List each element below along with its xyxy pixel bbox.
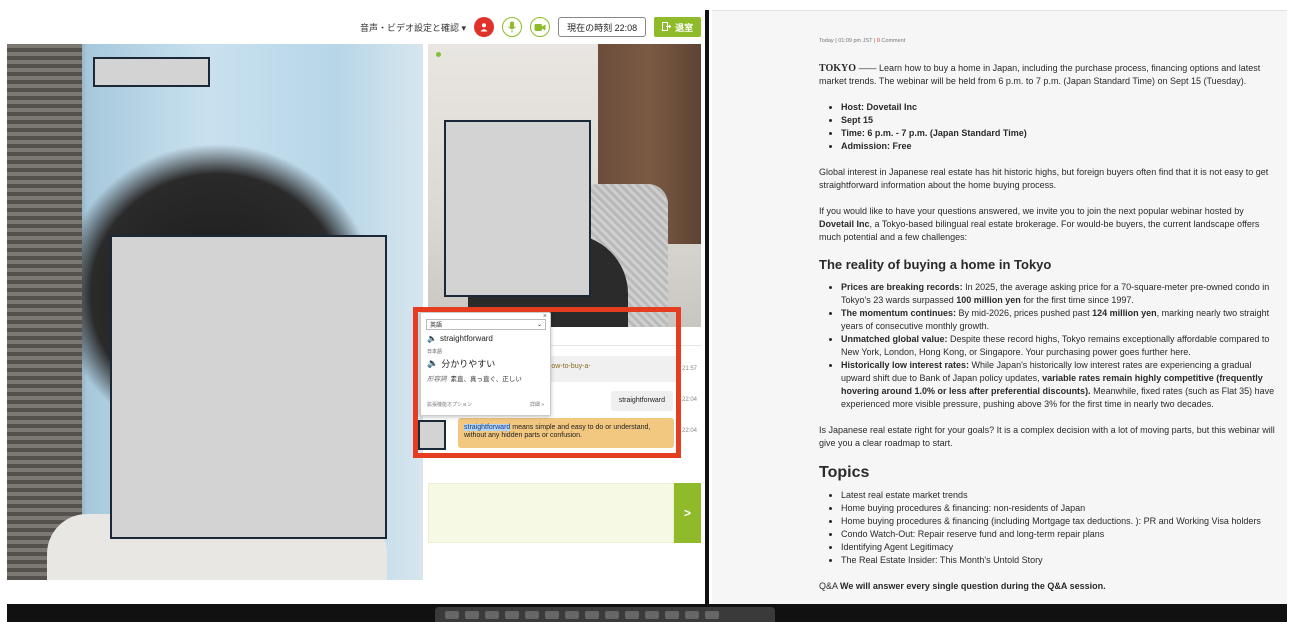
invite-text: If you would like to have your questions… bbox=[819, 206, 1244, 216]
dateline: TOKYO bbox=[819, 63, 857, 74]
av-settings-link[interactable]: 音声・ビデオ設定と確認 ▾ bbox=[360, 21, 466, 34]
user-icon[interactable] bbox=[474, 17, 495, 37]
reality-item-title: Historically low interest rates: bbox=[841, 360, 970, 370]
paragraph-invite: If you would like to have your questions… bbox=[819, 205, 1281, 244]
article-body: Today | 01:09 pm JST | 0 Comment TOKYO —… bbox=[819, 35, 1281, 604]
exit-button[interactable]: 退室 bbox=[654, 17, 702, 37]
event-detail: Host: Dovetail Inc bbox=[841, 101, 1281, 114]
dock-app-icon[interactable] bbox=[465, 610, 479, 619]
paragraph-interest: Global interest in Japanese real estate … bbox=[819, 167, 1269, 190]
redacted-name-label bbox=[93, 57, 210, 87]
comment-link[interactable]: Comment bbox=[881, 38, 905, 44]
qa-paragraph: Q&A We will answer every single question… bbox=[819, 580, 1281, 593]
dock-app-icon[interactable] bbox=[705, 610, 719, 619]
microphone-icon[interactable] bbox=[502, 17, 523, 37]
current-time-button[interactable]: 現在の時刻 22:08 bbox=[558, 17, 647, 37]
message-time: 22:04 bbox=[681, 428, 697, 434]
exit-icon bbox=[662, 21, 672, 33]
chat-input[interactable] bbox=[428, 483, 674, 543]
qa-label: Q&A bbox=[819, 581, 838, 591]
article-page: Today | 01:09 pm JST | 0 Comment TOKYO —… bbox=[712, 10, 1287, 604]
screen: 音声・ビデオ設定と確認 ▾ 現在の時刻 22:08 退室 y/fe bbox=[0, 0, 1300, 622]
av-settings-label: 音声・ビデオ設定と確認 bbox=[360, 22, 460, 33]
article-lead: TOKYO —— Learn how to buy a home in Japa… bbox=[819, 62, 1281, 88]
paragraph-goals: Is Japanese real estate right for your g… bbox=[819, 425, 1275, 448]
highlight-box bbox=[413, 307, 681, 458]
topic-item: The Real Estate Insider: This Month's Un… bbox=[841, 554, 1281, 567]
event-details-list: Host: Dovetail Inc Sept 15 Time: 6 p.m. … bbox=[841, 101, 1281, 153]
message-time: 22:04 bbox=[681, 397, 697, 403]
topic-item: Home buying procedures & financing (incl… bbox=[841, 515, 1281, 528]
article-meta: Today | 01:09 pm JST | 0 Comment bbox=[819, 38, 906, 44]
reality-item-title: Unmatched global value: bbox=[841, 334, 948, 344]
meta-time: 01:09 pm JST bbox=[838, 38, 873, 44]
dock-app-icon[interactable] bbox=[485, 610, 499, 619]
dock-app-icon[interactable] bbox=[545, 610, 559, 619]
dock-app-icon[interactable] bbox=[645, 610, 659, 619]
reality-list: Prices are breaking records: In 2025, th… bbox=[841, 281, 1281, 411]
meta-day: Today bbox=[819, 38, 834, 44]
lead-text: —— Learn how to buy a home in Japan, inc… bbox=[819, 63, 1261, 86]
redacted-face bbox=[110, 235, 387, 539]
active-indicator bbox=[436, 52, 441, 57]
camera-icon[interactable] bbox=[530, 17, 551, 37]
reality-item-text: for the first time since 1997. bbox=[1020, 295, 1134, 305]
dock bbox=[435, 607, 775, 622]
split-divider[interactable] bbox=[705, 10, 709, 610]
topic-item: Identifying Agent Legitimacy bbox=[841, 541, 1281, 554]
dock-app-icon[interactable] bbox=[505, 610, 519, 619]
topic-item: Condo Watch-Out: Repair reserve fund and… bbox=[841, 528, 1281, 541]
send-icon: > bbox=[683, 506, 691, 520]
redacted-remote-face bbox=[444, 120, 591, 297]
host-name: Dovetail Inc bbox=[819, 219, 870, 229]
reality-heading: The reality of buying a home in Tokyo bbox=[819, 257, 1052, 272]
window-blinds bbox=[7, 44, 82, 580]
reality-item: Prices are breaking records: In 2025, th… bbox=[841, 281, 1281, 307]
dock-app-icon[interactable] bbox=[665, 610, 679, 619]
dock-app-icon[interactable] bbox=[445, 610, 459, 619]
reality-item-title: The momentum continues: bbox=[841, 308, 957, 318]
qa-text: We will answer every single question dur… bbox=[840, 581, 1106, 591]
event-detail: Sept 15 bbox=[841, 114, 1281, 127]
dock-app-icon[interactable] bbox=[685, 610, 699, 619]
chevron-down-icon: ▾ bbox=[461, 22, 467, 33]
dock-app-icon[interactable] bbox=[585, 610, 599, 619]
topics-list: Latest real estate market trends Home bu… bbox=[841, 489, 1281, 567]
message-time: 21:57 bbox=[681, 366, 697, 372]
reality-item: Historically low interest rates: While J… bbox=[841, 359, 1281, 411]
dock-app-icon[interactable] bbox=[625, 610, 639, 619]
reality-item-title: Prices are breaking records: bbox=[841, 282, 963, 292]
event-detail: Admission: Free bbox=[841, 140, 1281, 153]
topic-item: Home buying procedures & financing: non-… bbox=[841, 502, 1281, 515]
invite-text: , a Tokyo-based bilingual real estate br… bbox=[819, 219, 1260, 242]
call-toolbar: 音声・ビデオ設定と確認 ▾ 現在の時刻 22:08 退室 bbox=[360, 16, 702, 38]
dock-app-icon[interactable] bbox=[525, 610, 539, 619]
exit-label: 退室 bbox=[675, 22, 694, 33]
dock-app-icon[interactable] bbox=[605, 610, 619, 619]
comment-count: 0 bbox=[876, 38, 880, 44]
topic-item: Latest real estate market trends bbox=[841, 489, 1281, 502]
topics-heading: Topics bbox=[819, 464, 870, 481]
reality-item: The momentum continues: By mid-2026, pri… bbox=[841, 307, 1281, 333]
reality-item-emphasis: 124 million yen bbox=[1092, 308, 1157, 318]
event-detail: Time: 6 p.m. - 7 p.m. (Japan Standard Ti… bbox=[841, 127, 1281, 140]
send-button[interactable]: > bbox=[674, 483, 701, 543]
reality-item-emphasis: 100 million yen bbox=[956, 295, 1021, 305]
reality-item: Unmatched global value: Despite these re… bbox=[841, 333, 1281, 359]
reality-item-text: By mid-2026, prices pushed past bbox=[956, 308, 1093, 318]
dock-app-icon[interactable] bbox=[565, 610, 579, 619]
